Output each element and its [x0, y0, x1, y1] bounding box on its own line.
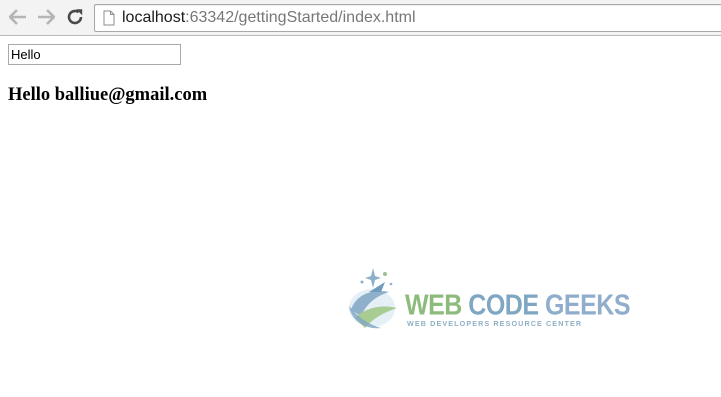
logo-title-code: CODE	[468, 289, 545, 322]
logo-title-geeks: GEEKS	[544, 289, 631, 322]
url-host: localhost	[122, 9, 186, 26]
reload-button[interactable]	[64, 6, 86, 28]
back-button[interactable]	[7, 6, 29, 28]
browser-toolbar: localhost:63342/gettingStarted/index.htm…	[0, 0, 721, 36]
logo-emblem-icon	[349, 268, 397, 329]
logo-subtitle: WEB DEVELOPERS RESOURCE CENTER	[407, 319, 583, 328]
web-code-geeks-logo: WEB CODE GEEKS WEB DEVELOPERS RESOURCE C…	[345, 262, 631, 334]
greeting-heading: Hello balliue@gmail.com	[8, 85, 208, 105]
address-bar[interactable]: localhost:63342/gettingStarted/index.htm…	[94, 4, 721, 32]
name-input[interactable]	[8, 44, 181, 65]
page-icon	[103, 10, 115, 26]
forward-button[interactable]	[35, 6, 57, 28]
logo-title: WEB CODE GEEKS	[405, 289, 631, 322]
forward-arrow-icon	[38, 9, 55, 25]
reload-icon	[67, 9, 83, 25]
url-text: localhost:63342/gettingStarted/index.htm…	[122, 9, 416, 27]
url-path: :63342/gettingStarted/index.html	[185, 9, 416, 26]
logo-title-web: WEB	[405, 289, 469, 322]
back-arrow-icon	[9, 9, 26, 25]
